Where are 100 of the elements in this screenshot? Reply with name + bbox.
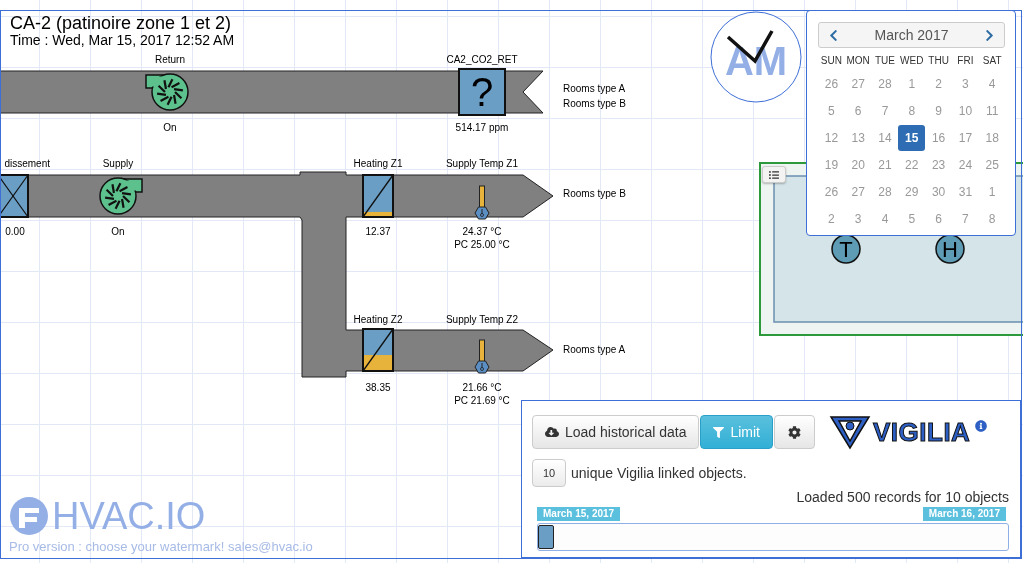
watermark-logo-text: HVAC.IO	[52, 495, 206, 537]
equipment-value: 514.17 ppm	[455, 122, 509, 133]
weekday-label: TUE	[874, 54, 896, 68]
page-title: CA-2 (patinoire zone 1 et 2)	[10, 13, 233, 33]
calendar-day[interactable]: 30	[925, 178, 952, 205]
calendar-day[interactable]: 16	[925, 124, 952, 151]
equipment-label: CA2_CO2_RET	[446, 54, 518, 65]
calendar-day[interactable]: 5	[898, 205, 926, 232]
weekday-label: SAT	[981, 54, 1003, 68]
next-month-button[interactable]	[983, 28, 996, 42]
calendar-day[interactable]: 3	[952, 70, 979, 97]
calendar-day[interactable]: 25	[978, 151, 1006, 178]
calendar-day[interactable]: 19	[818, 151, 845, 178]
calendar-day[interactable]: 26	[818, 178, 845, 205]
calendar-day[interactable]: 9	[925, 97, 952, 124]
calendar-day[interactable]: 27	[844, 70, 872, 97]
calendar-day[interactable]: 2	[925, 70, 952, 97]
sensor-letter: T	[839, 237, 853, 262]
calendar-day[interactable]: 13	[844, 124, 872, 151]
vigilia-logo-text: VIGILIA	[873, 416, 971, 448]
calendar-day[interactable]: 1	[898, 70, 926, 97]
calendar-day[interactable]: 4	[871, 205, 899, 232]
outlet-label: Rooms type B	[563, 98, 626, 109]
weekday-label: FRI	[956, 54, 975, 68]
thermometer-icon	[474, 185, 490, 220]
list-icon	[769, 169, 779, 180]
calendar-day[interactable]: 11	[978, 97, 1006, 124]
calendar-day[interactable]: 3	[844, 205, 872, 232]
calendar-day[interactable]: 6	[844, 97, 872, 124]
hvac-logo-icon	[9, 496, 49, 536]
calendar-day[interactable]: 17	[952, 124, 979, 151]
calendar-day[interactable]: 28	[871, 70, 899, 97]
calendar-day[interactable]: 15	[898, 124, 926, 151]
equipment-value: 38.35	[365, 382, 391, 393]
outlet-label: Rooms type B	[563, 188, 626, 199]
calendar-day[interactable]: 26	[818, 70, 845, 97]
limit-button[interactable]: Limit	[700, 415, 773, 449]
slider-handle[interactable]	[538, 525, 554, 549]
equipment-value: 0.00	[5, 226, 25, 237]
info-icon[interactable]	[975, 420, 988, 432]
shield-logo-icon	[829, 414, 871, 450]
calendar-day[interactable]: 10	[952, 97, 979, 124]
calendar-day[interactable]: 24	[952, 151, 979, 178]
equipment-value: 12.37	[365, 226, 391, 237]
equipment-value: On	[163, 122, 177, 133]
calendar-day[interactable]: 12	[818, 124, 845, 151]
status-text: Loaded 500 records for 10 objects	[795, 489, 1009, 505]
calendar-day[interactable]: 8	[978, 205, 1006, 232]
calendar-day[interactable]: 22	[898, 151, 926, 178]
time-label: Time : Wed, Mar 15, 2017 12:52 AM	[10, 33, 235, 48]
weekday-label: SUN	[819, 54, 843, 68]
weekday-label: WED	[899, 54, 925, 68]
equipment-label: Return	[155, 54, 185, 65]
outlet-label: Rooms type A	[563, 83, 626, 94]
calendar-day[interactable]: 29	[898, 178, 926, 205]
calendar-day[interactable]: 14	[871, 124, 899, 151]
settings-button[interactable]	[774, 415, 815, 449]
calendar-day[interactable]: 7	[952, 205, 979, 232]
equipment-label: Supply Temp Z2	[445, 314, 519, 325]
calendar-day[interactable]: 8	[898, 97, 926, 124]
calendar-day[interactable]: 27	[844, 178, 872, 205]
heating-coil	[362, 328, 394, 372]
damper-icon	[0, 174, 29, 218]
load-button[interactable]: Load historical data	[532, 415, 700, 449]
calendar-day[interactable]: 5	[818, 97, 845, 124]
list-button[interactable]	[762, 166, 786, 183]
calendar-day[interactable]: 21	[871, 151, 899, 178]
month-label[interactable]: March 2017	[874, 27, 949, 43]
equipment-value: 21.66 °C	[462, 382, 502, 393]
equipment-value: On	[111, 226, 125, 237]
equipment-label: Supply	[102, 158, 134, 169]
equipment-label: dissement	[4, 158, 50, 169]
time-slider[interactable]	[537, 523, 1009, 551]
thermometer-icon	[474, 339, 490, 374]
range-end-label: March 16, 2017	[922, 507, 1006, 521]
calendar-day[interactable]: 2	[818, 205, 845, 232]
calendar-day[interactable]: 23	[925, 151, 952, 178]
watermark-text: Pro version : choose your watermark! sales@hvac.io	[9, 539, 313, 554]
calendar-day[interactable]: 20	[844, 151, 872, 178]
equipment-label: Supply Temp Z1	[445, 158, 519, 169]
previous-month-button[interactable]	[827, 28, 840, 42]
settings-icon	[788, 425, 801, 439]
calendar-day[interactable]: 4	[978, 70, 1006, 97]
equipment-label: Heating Z2	[353, 314, 403, 325]
setpoint-value: PC 21.69 °C	[454, 395, 510, 406]
sensor-letter: H	[942, 237, 958, 262]
cloud-download-icon	[545, 425, 559, 439]
heating-coil	[362, 174, 394, 218]
sensor-symbol: ?	[470, 70, 494, 114]
calendar-day[interactable]: 18	[978, 124, 1006, 151]
calendar-day[interactable]: 7	[871, 97, 899, 124]
calendar-day[interactable]: 1	[978, 178, 1006, 205]
linked-objects-text: unique Vigilia linked objects.	[571, 465, 747, 481]
calendar-day[interactable]: 31	[952, 178, 979, 205]
equipment-label: Heating Z1	[353, 158, 403, 169]
calendar-day[interactable]: 6	[925, 205, 952, 232]
sensor-box	[458, 68, 506, 116]
weekday-label: THU	[927, 54, 950, 68]
calendar-day[interactable]: 28	[871, 178, 899, 205]
count-button[interactable]: 10	[532, 459, 566, 487]
